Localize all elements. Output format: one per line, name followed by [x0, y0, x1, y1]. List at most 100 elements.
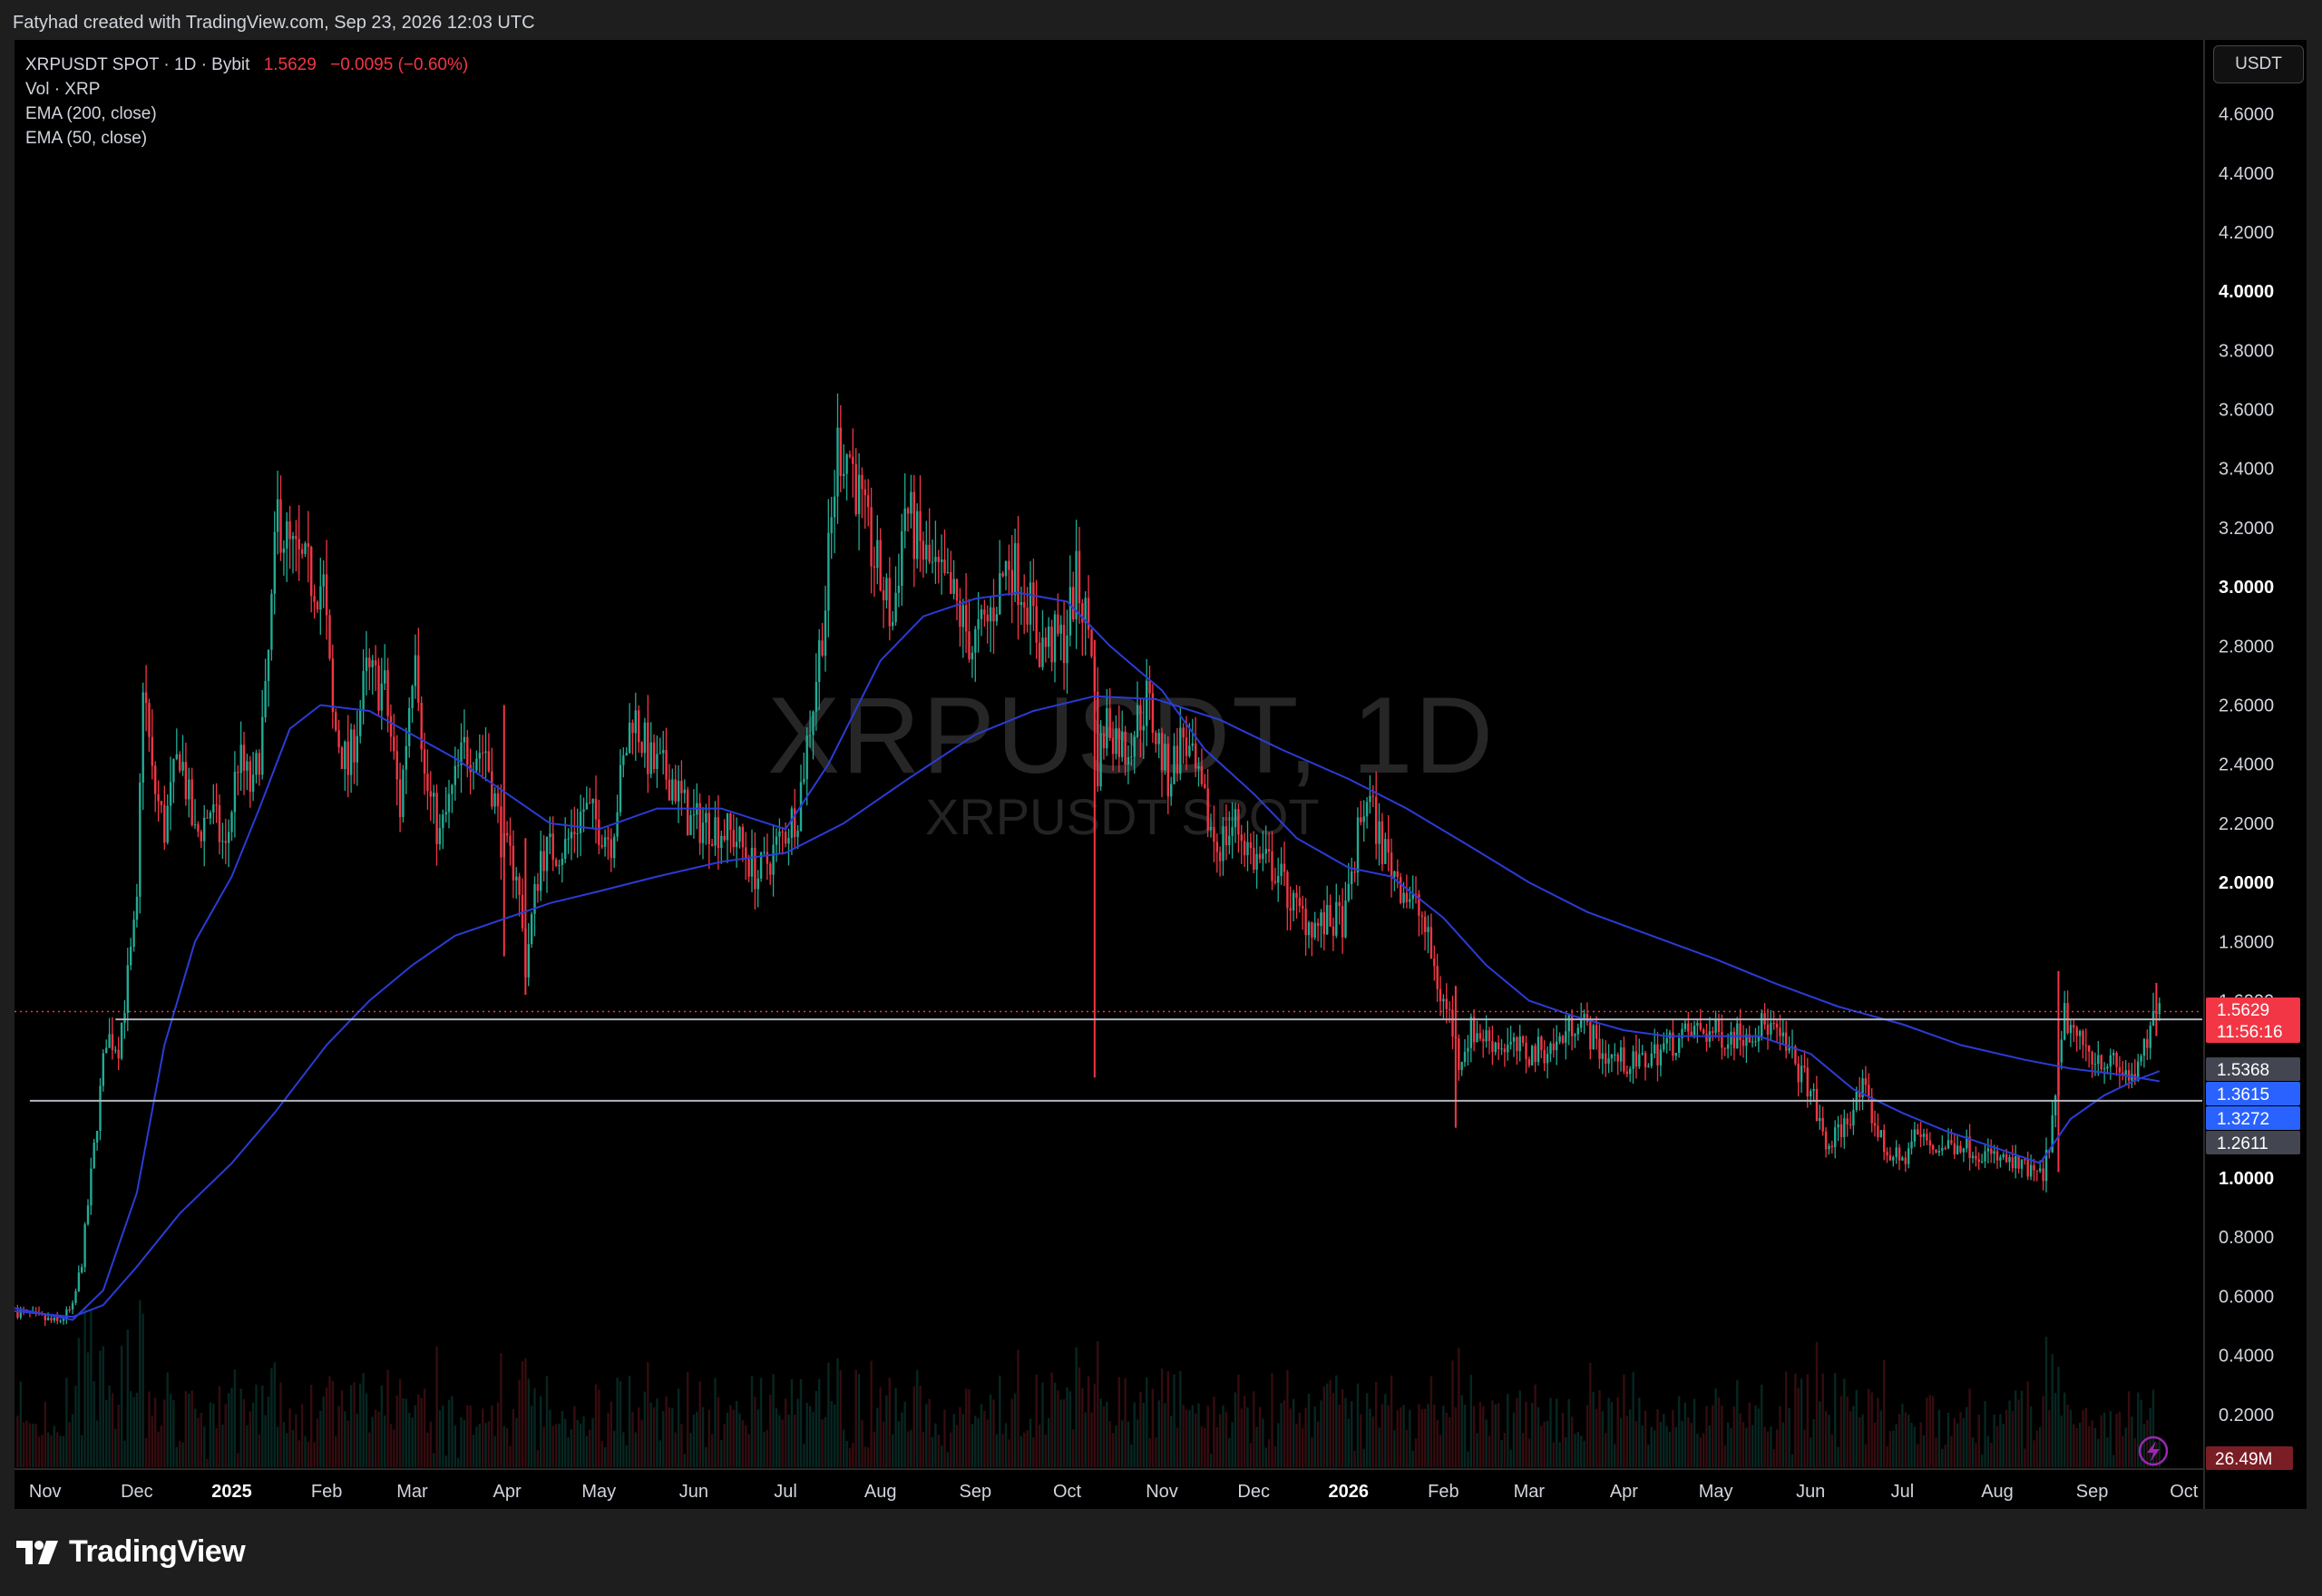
volume-bar	[530, 1406, 533, 1467]
candle-body	[873, 566, 876, 568]
candle-body	[784, 832, 787, 844]
volume-bar	[1846, 1396, 1849, 1467]
candle-body	[879, 540, 882, 591]
candle-body	[1166, 744, 1169, 797]
volume-bar	[1332, 1393, 1335, 1467]
candle-body	[1246, 842, 1249, 856]
volume-bar	[674, 1432, 677, 1467]
volume-bar	[1629, 1409, 1632, 1467]
candle-body	[545, 836, 549, 871]
volume-bar	[1877, 1397, 1879, 1467]
candle-body	[625, 753, 628, 756]
candle-body	[1781, 1032, 1785, 1036]
volume-bar	[1984, 1401, 1986, 1467]
volume-bar	[349, 1385, 353, 1467]
volume-bar	[402, 1397, 405, 1467]
legend-symbol-row[interactable]: XRPUSDT SPOT · 1D · Bybit 1.5629 −0.0095…	[25, 53, 468, 77]
currency-button[interactable]: USDT	[2213, 45, 2304, 83]
candle-body	[766, 852, 769, 864]
candle-body	[540, 851, 542, 891]
candle-body	[1552, 1043, 1556, 1051]
volume-bar	[460, 1416, 463, 1467]
candle-body	[631, 723, 634, 734]
volume-bar	[1409, 1409, 1411, 1467]
candle-body	[638, 710, 640, 743]
candle-body	[941, 560, 943, 562]
candle-body	[2124, 1070, 2127, 1075]
candle-body	[239, 744, 242, 774]
candle-body	[300, 549, 304, 554]
legend-ema200[interactable]: EMA (200, close)	[25, 102, 468, 126]
volume-bar	[1754, 1405, 1757, 1467]
volume-bar	[2122, 1435, 2124, 1467]
price-chart[interactable]: 4.6000 4.4000 4.2000 4.0000 3.8000 3.6000 3.40…	[0, 0, 2322, 1596]
candle-body	[1351, 871, 1353, 884]
volume-bar	[692, 1414, 696, 1467]
volume-bar	[607, 1412, 610, 1467]
candle-body	[447, 793, 451, 813]
volume-bar	[1721, 1405, 1723, 1467]
volume-bar	[1986, 1435, 1990, 1467]
volume-bar	[1663, 1414, 1665, 1467]
volume-bar	[276, 1426, 279, 1467]
candle-body	[50, 1318, 53, 1321]
volume-bar	[132, 1396, 135, 1467]
volume-bar	[683, 1454, 686, 1467]
volume-bar	[1041, 1382, 1044, 1467]
volume-bar	[2091, 1420, 2093, 1467]
candle-body	[1638, 1054, 1641, 1067]
candle-body	[1344, 900, 1347, 938]
volume-bar	[750, 1376, 754, 1467]
volume-bar	[591, 1418, 594, 1467]
candle-body	[1057, 614, 1059, 634]
candle-body	[971, 652, 974, 660]
volume-bar	[1944, 1445, 1946, 1467]
volume-bar	[1644, 1410, 1647, 1467]
candle-body	[203, 817, 206, 842]
volume-bar	[989, 1394, 992, 1467]
volume-bar	[420, 1397, 423, 1467]
candle-body	[255, 753, 258, 775]
tradingview-logo[interactable]: TradingView	[16, 1534, 246, 1570]
candle-body	[1629, 1068, 1632, 1075]
candle-body	[384, 670, 386, 684]
volume-bar	[1038, 1425, 1041, 1467]
volume-bar	[1093, 1384, 1096, 1467]
volume-bar	[784, 1398, 787, 1467]
volume-bar	[717, 1396, 720, 1467]
volume-bar	[2109, 1410, 2112, 1467]
candle-body	[977, 618, 980, 629]
volume-bar	[1322, 1386, 1325, 1467]
candle-body	[1946, 1140, 1950, 1149]
volume-bar	[861, 1419, 863, 1467]
volume-bar	[631, 1411, 634, 1467]
time-axis-label: May	[1699, 1482, 1733, 1502]
candle-body	[83, 1224, 86, 1268]
legend-volume[interactable]: Vol · XRP	[25, 77, 468, 102]
chart-legend: XRPUSDT SPOT · 1D · Bybit 1.5629 −0.0095…	[25, 53, 468, 151]
candle-body	[386, 670, 389, 716]
legend-ema50[interactable]: EMA (50, close)	[25, 126, 468, 151]
candle-body	[81, 1267, 83, 1273]
volume-bar	[839, 1370, 842, 1467]
candle-body	[2039, 1168, 2042, 1172]
candle-body	[435, 793, 438, 844]
volume-bar	[34, 1424, 37, 1467]
volume-bar	[233, 1369, 237, 1467]
volume-bar	[857, 1374, 861, 1467]
volume-bar	[346, 1420, 349, 1467]
candle-body	[1525, 1043, 1527, 1059]
volume-bar	[438, 1410, 442, 1467]
volume-bar	[1585, 1405, 1589, 1467]
candle-body	[2066, 1003, 2069, 1034]
volume-bar	[919, 1386, 922, 1467]
candle-body	[573, 832, 576, 834]
volume-bar	[1280, 1403, 1283, 1467]
volume-bar	[1347, 1418, 1350, 1467]
volume-bar	[1616, 1396, 1619, 1467]
candle-body	[491, 771, 493, 807]
volume-bar	[411, 1417, 414, 1467]
candle-body	[1130, 756, 1133, 758]
candle-body	[1598, 1038, 1601, 1059]
volume-bar	[1821, 1373, 1824, 1467]
